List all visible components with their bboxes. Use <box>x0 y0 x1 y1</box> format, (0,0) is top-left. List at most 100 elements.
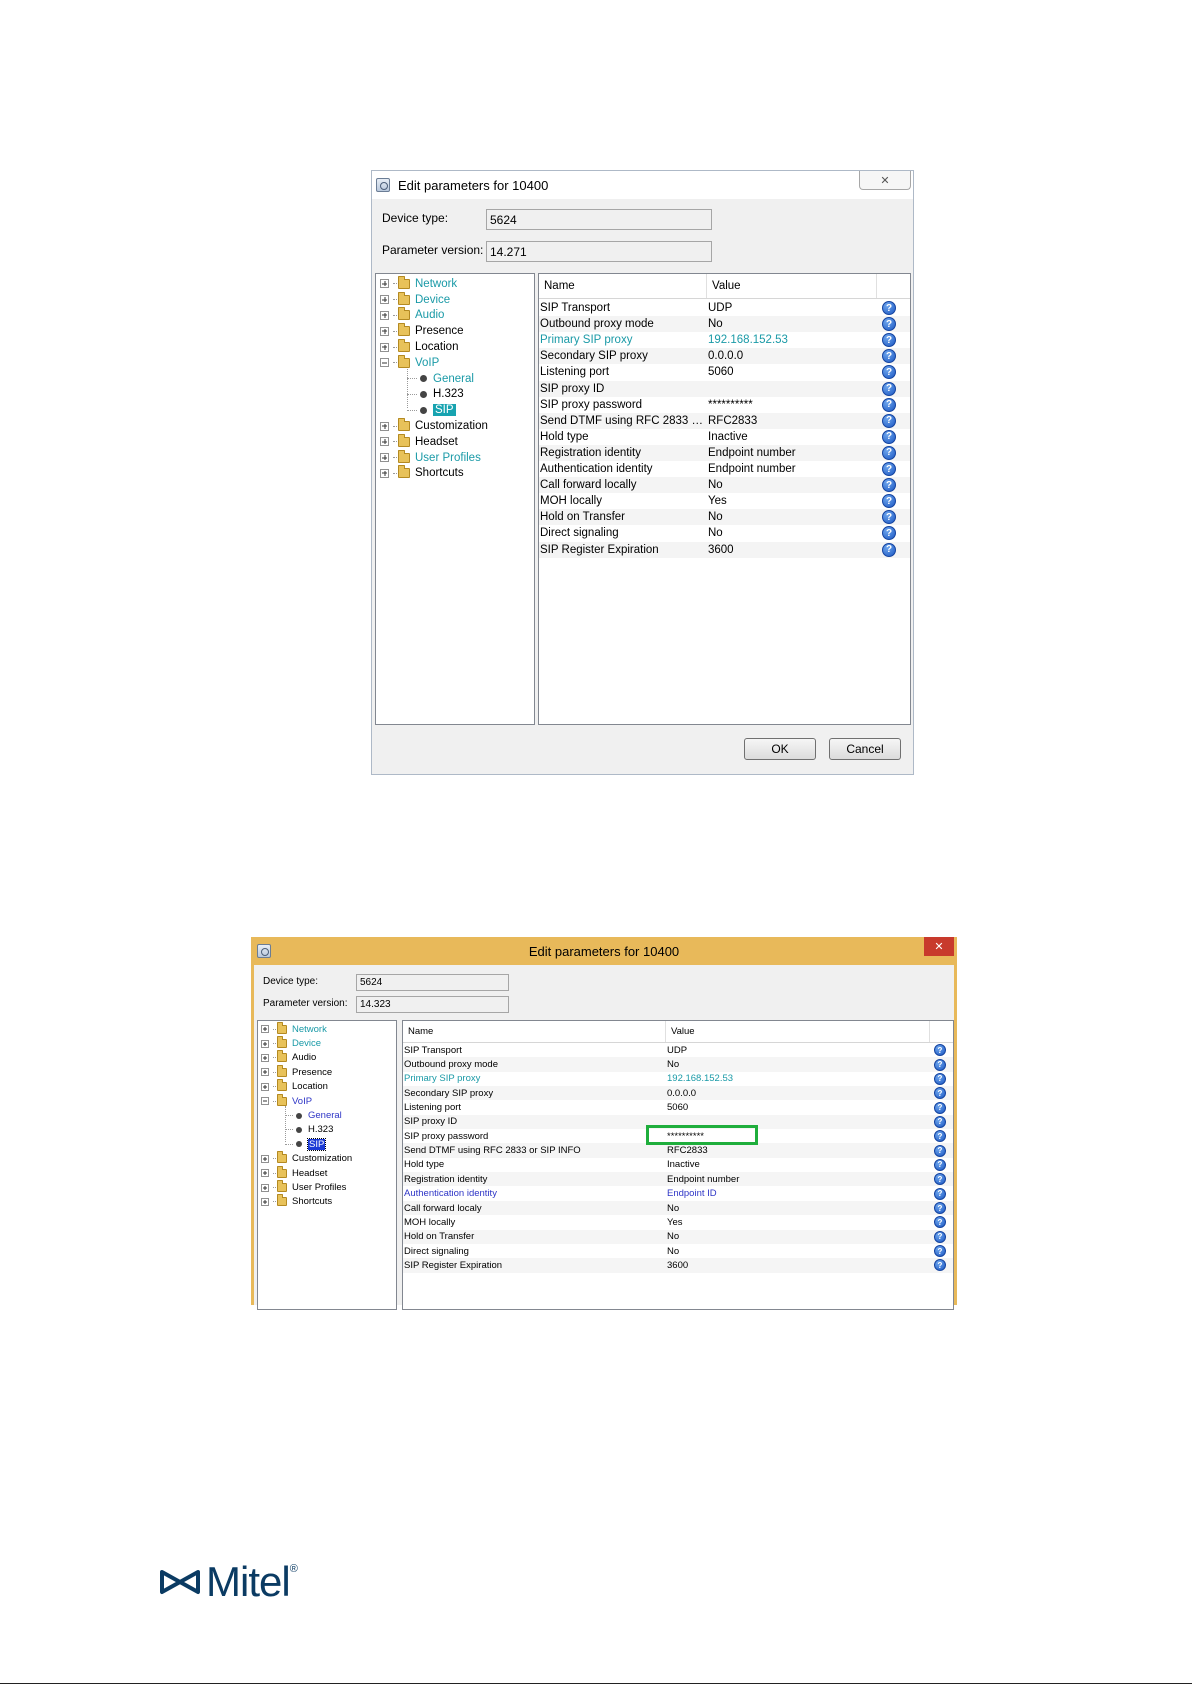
tree-item-user-profiles[interactable]: User Profiles <box>380 449 481 466</box>
parameter-value[interactable]: No <box>666 1231 930 1242</box>
parameter-tree[interactable]: Network Device Audio Presence Location VoIP Ge… <box>257 1020 397 1310</box>
parameter-row-authentication-identity[interactable]: Authentication identity Endpoint ID? <box>403 1187 953 1201</box>
tree-item-customization[interactable]: Customization <box>380 418 488 434</box>
help-icon[interactable]: ? <box>934 1202 946 1215</box>
ok-button[interactable]: OK <box>744 738 816 760</box>
parameter-value[interactable]: UDP <box>666 1045 930 1056</box>
help-icon[interactable]: ? <box>882 494 896 509</box>
expand-icon[interactable] <box>261 1197 269 1206</box>
parameter-value[interactable]: No <box>707 527 877 539</box>
parameter-value[interactable]: Endpoint number <box>707 463 877 475</box>
parameter-row-outbound-proxy-mode[interactable]: Outbound proxy mode No? <box>539 316 910 333</box>
expand-icon[interactable] <box>380 342 389 352</box>
parameter-value[interactable]: RFC2833 <box>707 415 877 427</box>
parameter-row-call-forward-locally[interactable]: Call forward locally No? <box>539 477 910 494</box>
help-icon[interactable]: ? <box>882 526 896 541</box>
expand-icon[interactable] <box>380 453 389 463</box>
parameter-row-hold-on-transfer[interactable]: Hold on Transfer No? <box>539 509 910 526</box>
parameter-row-moh-locally[interactable]: MOH locally Yes? <box>403 1215 953 1229</box>
help-icon[interactable]: ? <box>882 397 896 412</box>
help-icon[interactable]: ? <box>882 413 896 428</box>
collapse-icon[interactable] <box>380 358 389 368</box>
parameter-row-sip-proxy-id[interactable]: SIP proxy ID? <box>539 380 910 397</box>
tree-item-h-323[interactable]: H.323 <box>285 1123 333 1137</box>
parameter-row-direct-signaling[interactable]: Direct signaling No? <box>403 1244 953 1258</box>
tree-item-presence[interactable]: Presence <box>261 1064 332 1079</box>
tree-item-shortcuts[interactable]: Shortcuts <box>261 1194 332 1209</box>
help-icon[interactable]: ? <box>882 510 896 525</box>
parameter-row-send-dtmf-using-rfc-2833-or[interactable]: Send DTMF using RFC 2833 or… RFC2833? <box>539 412 910 429</box>
help-icon[interactable]: ? <box>882 349 896 364</box>
parameter-value[interactable]: Yes <box>707 495 877 507</box>
parameter-row-authentication-identity[interactable]: Authentication identity Endpoint number? <box>539 461 910 477</box>
help-icon[interactable]: ? <box>934 1072 946 1085</box>
parameter-value[interactable]: 3600 <box>666 1260 930 1271</box>
parameter-row-send-dtmf-using-rfc-2833-or-sip-info[interactable]: Send DTMF using RFC 2833 or SIP INFO RFC2… <box>403 1143 953 1158</box>
parameter-value[interactable]: 0.0.0.0 <box>707 350 877 362</box>
help-icon[interactable]: ? <box>882 542 896 557</box>
parameter-value[interactable]: No <box>707 511 877 523</box>
expand-icon[interactable] <box>261 1068 269 1077</box>
help-icon[interactable]: ? <box>882 462 896 477</box>
cancel-button[interactable]: Cancel <box>829 738 901 760</box>
parameter-grid[interactable]: Name Value SIP Transport UDP? Outbound proxy… <box>538 273 911 725</box>
parameter-value[interactable]: Inactive <box>666 1159 930 1170</box>
parameter-value[interactable]: 0.0.0.0 <box>666 1088 930 1099</box>
parameter-value[interactable]: 192.168.152.53 <box>666 1073 930 1084</box>
expand-icon[interactable] <box>380 310 389 320</box>
parameter-value[interactable]: Inactive <box>707 431 877 443</box>
parameter-value[interactable]: No <box>707 318 877 330</box>
parameter-row-primary-sip-proxy[interactable]: Primary SIP proxy 192.168.152.53? <box>539 332 910 348</box>
tree-item-voip[interactable]: VoIP <box>380 354 439 371</box>
parameter-value[interactable]: Yes <box>666 1217 930 1228</box>
tree-item-headset[interactable]: Headset <box>261 1165 327 1180</box>
help-icon[interactable]: ? <box>934 1115 946 1128</box>
parameter-value[interactable]: RFC2833 <box>666 1145 930 1156</box>
tree-item-general[interactable]: General <box>407 371 474 387</box>
parameter-tree[interactable]: Network Device Audio Presence Location VoIP Ge… <box>375 273 535 725</box>
parameter-row-listening-port[interactable]: Listening port 5060? <box>539 364 910 380</box>
tree-item-location[interactable]: Location <box>261 1079 328 1094</box>
parameter-row-outbound-proxy-mode[interactable]: Outbound proxy mode No? <box>403 1057 953 1072</box>
tree-item-voip[interactable]: VoIP <box>261 1093 312 1108</box>
help-icon[interactable]: ? <box>882 429 896 444</box>
tree-item-headset[interactable]: Headset <box>380 433 458 450</box>
parameter-row-sip-register-expiration[interactable]: SIP Register Expiration 3600? <box>403 1258 953 1273</box>
tree-item-network[interactable]: Network <box>261 1021 327 1036</box>
expand-icon[interactable] <box>261 1053 269 1062</box>
expand-icon[interactable] <box>261 1169 269 1178</box>
help-icon[interactable]: ? <box>934 1044 946 1057</box>
parameter-value[interactable]: No <box>666 1059 930 1070</box>
tree-item-shortcuts[interactable]: Shortcuts <box>380 465 464 482</box>
help-icon[interactable]: ? <box>934 1245 946 1258</box>
help-icon[interactable]: ? <box>934 1259 946 1272</box>
close-button[interactable]: ✕ <box>924 937 954 956</box>
help-icon[interactable]: ? <box>882 333 896 348</box>
help-icon[interactable]: ? <box>882 301 896 316</box>
help-icon[interactable]: ? <box>934 1173 946 1186</box>
expand-icon[interactable] <box>380 421 389 431</box>
tree-item-customization[interactable]: Customization <box>261 1151 352 1166</box>
parameter-row-registration-identity[interactable]: Registration identity Endpoint number? <box>403 1172 953 1187</box>
help-icon[interactable]: ? <box>934 1144 946 1157</box>
expand-icon[interactable] <box>261 1082 269 1091</box>
parameter-value[interactable]: 5060 <box>666 1102 930 1113</box>
help-icon[interactable]: ? <box>934 1101 946 1114</box>
help-icon[interactable]: ? <box>882 381 896 396</box>
parameter-row-hold-type[interactable]: Hold type Inactive? <box>403 1158 953 1172</box>
tree-item-general[interactable]: General <box>285 1108 342 1122</box>
parameter-row-call-forward-localy[interactable]: Call forward localy No? <box>403 1200 953 1216</box>
parameter-row-moh-locally[interactable]: MOH locally Yes? <box>539 493 910 509</box>
tree-item-user-profiles[interactable]: User Profiles <box>261 1180 346 1194</box>
help-icon[interactable]: ? <box>882 478 896 493</box>
help-icon[interactable]: ? <box>882 445 896 460</box>
help-icon[interactable]: ? <box>934 1130 946 1143</box>
help-icon[interactable]: ? <box>882 317 896 332</box>
column-header-value[interactable]: Value <box>666 1021 930 1042</box>
parameter-row-hold-type[interactable]: Hold type Inactive? <box>539 429 910 445</box>
expand-icon[interactable] <box>380 437 389 447</box>
expand-icon[interactable] <box>380 468 389 478</box>
parameter-row-registration-identity[interactable]: Registration identity Endpoint number? <box>539 444 910 461</box>
parameter-row-sip-register-expiration[interactable]: SIP Register Expiration 3600? <box>539 541 910 558</box>
parameter-value[interactable]: 5060 <box>707 366 877 378</box>
